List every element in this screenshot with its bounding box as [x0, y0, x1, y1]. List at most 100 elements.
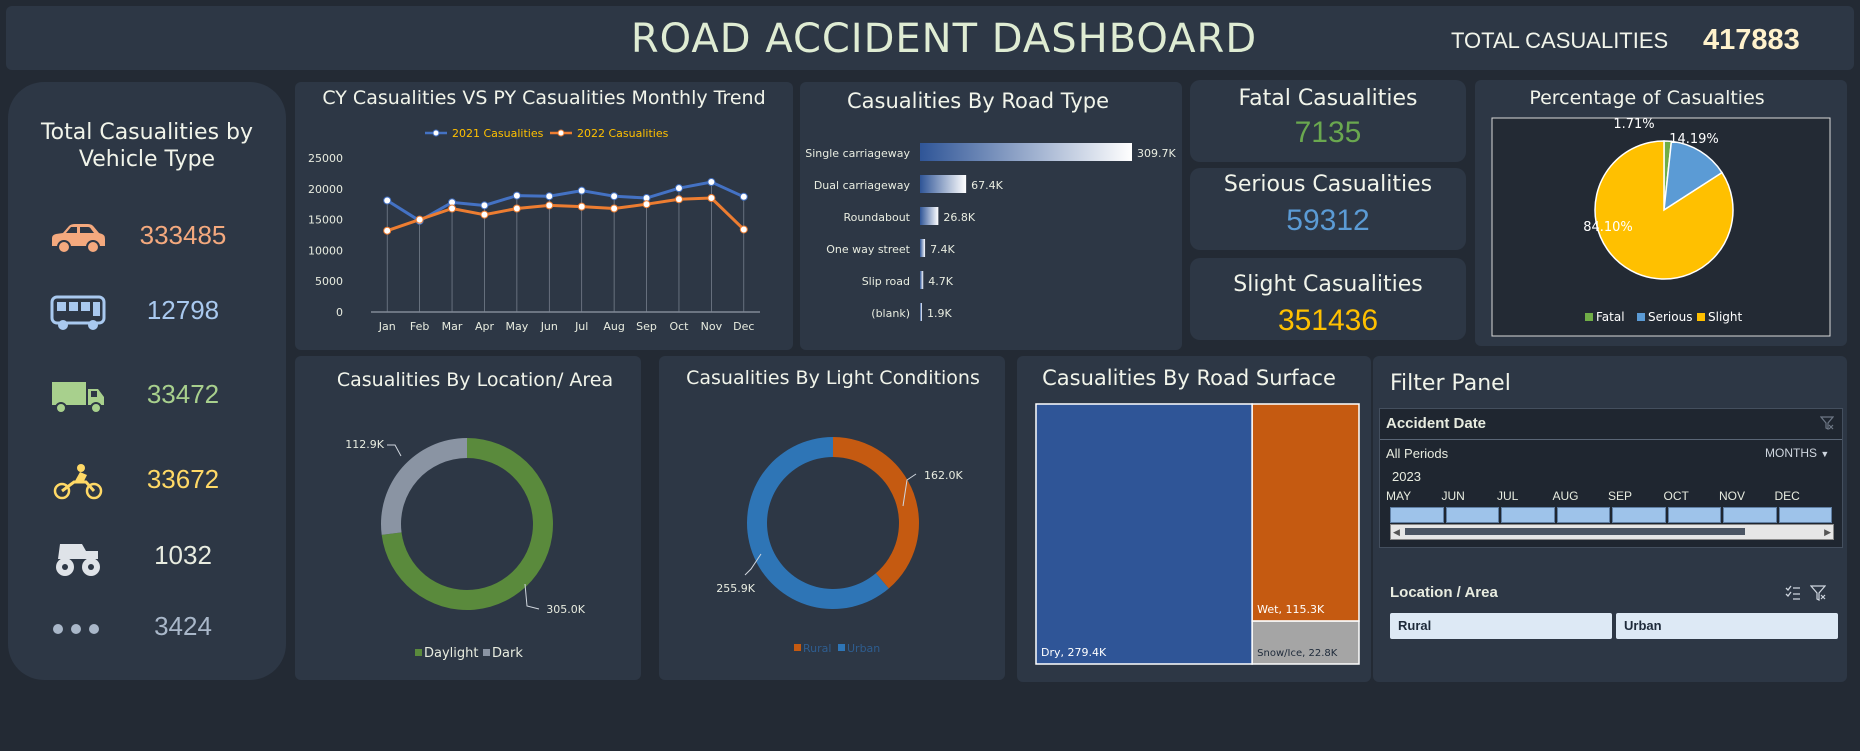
- vehicle-row-bus: 12798: [8, 283, 288, 343]
- trend-xtick-label: Jun: [540, 320, 558, 333]
- road-type-chart: Casualities By Road Type Single carriage…: [805, 89, 1176, 321]
- vehicle-panel-title-line1: Total Casualities by: [40, 120, 254, 145]
- trend-legend-marker: [432, 129, 440, 137]
- location-data-label: 112.9K: [345, 438, 384, 451]
- road-type-data-label: 67.4K: [971, 179, 1003, 192]
- clear-filter-icon[interactable]: [1820, 416, 1834, 430]
- trend-ytick-label: 25000: [308, 152, 343, 165]
- severity-legend-label: Fatal: [1596, 310, 1625, 324]
- fatal-value: 7135: [1294, 116, 1362, 149]
- trend-ytick-label: 15000: [308, 214, 343, 227]
- month-timeline[interactable]: MAY JUN JUL AUG SEP OCT NOV DEC: [1380, 489, 1842, 525]
- trend-point: [480, 210, 489, 219]
- month-bar[interactable]: [1445, 507, 1499, 523]
- fatal-label: Fatal Casualities: [1238, 86, 1418, 111]
- scroll-right-icon[interactable]: ▶: [1824, 525, 1831, 539]
- location-leader-line: [524, 583, 540, 610]
- road-type-bar: [920, 175, 967, 193]
- trend-point: [707, 194, 716, 203]
- severity-legend-label: Slight: [1708, 310, 1743, 324]
- light-legend-label: Urban: [847, 642, 880, 655]
- light-donut-chart: Casualities By Light Conditions 162.0K 25…: [686, 367, 980, 655]
- multi-select-icon[interactable]: [1785, 585, 1801, 601]
- accident-date-title: Accident Date: [1386, 415, 1487, 432]
- filter-panel: Filter Panel Accident Date All Periods M…: [1373, 356, 1847, 682]
- vehicle-value-car: 333485: [139, 220, 227, 250]
- month-bar[interactable]: [1723, 507, 1777, 523]
- trend-legend-marker: [557, 129, 565, 137]
- trend-point: [545, 201, 554, 210]
- road-type-data-label: 309.7K: [1137, 147, 1176, 160]
- month-label: SEP: [1608, 489, 1633, 503]
- vehicle-value-monster-truck: 1032: [154, 540, 212, 570]
- header-bar: ROAD ACCIDENT DASHBOARD TOTAL CASUALITIE…: [6, 6, 1854, 70]
- location-legend-swatch: [483, 649, 490, 656]
- month-bar[interactable]: [1390, 507, 1444, 523]
- vehicle-value-motorcycle: 33672: [146, 464, 220, 494]
- road-type-category-label: Slip road: [862, 275, 910, 288]
- road-type-bar: [920, 271, 924, 289]
- months-dropdown-label: MONTHS: [1765, 446, 1817, 460]
- serious-card: Serious Casualities 59312: [1190, 168, 1466, 250]
- bus-icon: [50, 295, 106, 330]
- slight-label: Slight Casualities: [1233, 272, 1423, 297]
- more-dots-icon: [53, 624, 99, 634]
- location-panel: Casualities By Location/ Area 305.0K 112.…: [295, 356, 641, 680]
- trend-point: [674, 184, 683, 193]
- road-type-category-label: One way street: [826, 243, 910, 256]
- month-label: NOV: [1719, 489, 1746, 503]
- scroll-left-icon[interactable]: ◀: [1393, 525, 1400, 539]
- trend-xtick-label: Mar: [442, 320, 463, 333]
- trend-series-line: [386, 196, 745, 233]
- trend-series-line: [386, 180, 745, 223]
- location-legend-swatch: [415, 649, 422, 656]
- severity-pie-data-label: 84.10%: [1583, 220, 1633, 235]
- vehicle-value-other: 3424: [154, 611, 212, 641]
- road-type-panel: Casualities By Road Type Single carriage…: [800, 82, 1182, 350]
- month-label: AUG: [1552, 489, 1579, 503]
- monthly-trend-chart: CY Casualities VS PY Casualities Monthly…: [308, 87, 766, 333]
- vehicle-row-car: 333485: [8, 208, 288, 268]
- trend-xtick-label: Feb: [410, 320, 429, 333]
- serious-value: 59312: [1286, 204, 1370, 237]
- month-bar[interactable]: [1501, 507, 1555, 523]
- trend-point: [545, 192, 554, 201]
- light-data-label: 255.9K: [716, 582, 755, 595]
- trend-point: [577, 186, 586, 195]
- trend-point: [577, 202, 586, 211]
- trend-point: [480, 201, 489, 210]
- slight-value: 351436: [1277, 304, 1379, 337]
- road-type-category-label: (blank): [871, 307, 910, 320]
- clear-selection-icon[interactable]: [1810, 585, 1826, 601]
- month-label: JUL: [1497, 489, 1519, 503]
- accident-date-slicer: Accident Date All Periods MONTHS ▼ 2023 …: [1379, 408, 1843, 548]
- trend-point: [610, 204, 619, 213]
- month-bar[interactable]: [1667, 507, 1721, 523]
- timeline-scrollbar[interactable]: ◀ ▶: [1390, 524, 1834, 540]
- motorcycle-icon: [53, 464, 103, 500]
- month-bar[interactable]: [1612, 507, 1666, 523]
- light-legend-swatch: [838, 644, 845, 651]
- month-bar[interactable]: [1778, 507, 1832, 523]
- location-option-urban[interactable]: Urban: [1616, 613, 1838, 639]
- severity-legend-label: Serious: [1648, 310, 1692, 324]
- location-option-rural[interactable]: Rural: [1390, 613, 1612, 639]
- trend-chart-title: CY Casualities VS PY Casualities Monthly…: [322, 87, 765, 109]
- trend-point: [512, 191, 521, 200]
- scrollbar-track[interactable]: [1405, 528, 1745, 535]
- location-donut-chart: Casualities By Location/ Area 305.0K 112.…: [337, 369, 613, 661]
- month-label: JUN: [1441, 489, 1465, 503]
- surface-title: Casualities By Road Surface: [1042, 366, 1336, 390]
- trend-point: [707, 178, 716, 187]
- trend-point: [383, 226, 392, 235]
- months-dropdown[interactable]: MONTHS ▼: [1765, 446, 1829, 460]
- year-label: 2023: [1392, 469, 1421, 484]
- location-legend-label: Daylight: [424, 646, 478, 661]
- trend-legend-label: 2021 Casualities: [452, 127, 544, 140]
- slight-card: Slight Casualities 351436: [1190, 258, 1466, 340]
- trend-ytick-label: 0: [336, 306, 343, 319]
- trend-point: [448, 204, 457, 213]
- month-bar[interactable]: [1556, 507, 1610, 523]
- monster-truck-icon: [56, 544, 100, 576]
- severity-pie-chart: Percentage of Casualties 1.71% 14.19% 84.1…: [1491, 87, 1831, 337]
